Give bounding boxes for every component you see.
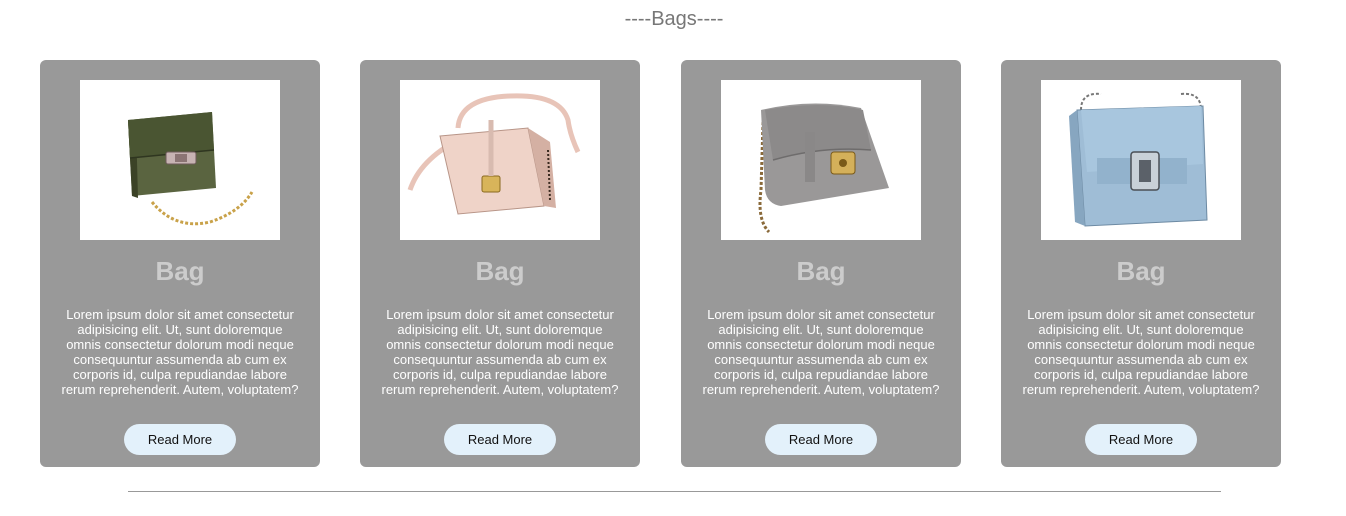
product-card: Bag Lorem ipsum dolor sit amet consectet… [1001,60,1281,467]
read-more-button[interactable]: Read More [1085,424,1197,455]
section-divider [128,491,1221,492]
card-title: Bag [1116,256,1166,286]
card-description: Lorem ipsum dolor sit amet consectetur a… [1022,307,1260,397]
read-more-button[interactable]: Read More [444,424,556,455]
product-card: Bag Lorem ipsum dolor sit amet consectet… [40,60,320,467]
read-more-button[interactable]: Read More [124,424,236,455]
product-card: Bag Lorem ipsum dolor sit amet consectet… [681,60,961,467]
product-card: Bag Lorem ipsum dolor sit amet consectet… [360,60,640,467]
card-description: Lorem ipsum dolor sit amet consectetur a… [381,307,619,397]
gray-chain-bag-image [721,80,921,240]
green-chain-bag-image [80,80,280,240]
card-title: Bag [475,256,525,286]
section-title: ----Bags---- [624,8,724,30]
pink-crossbody-bag-image [400,80,600,240]
card-description: Lorem ipsum dolor sit amet consectetur a… [61,307,299,397]
read-more-button[interactable]: Read More [765,424,877,455]
blue-studded-bag-image [1041,80,1241,240]
card-title: Bag [155,256,205,286]
card-title: Bag [796,256,846,286]
card-description: Lorem ipsum dolor sit amet consectetur a… [702,307,940,397]
